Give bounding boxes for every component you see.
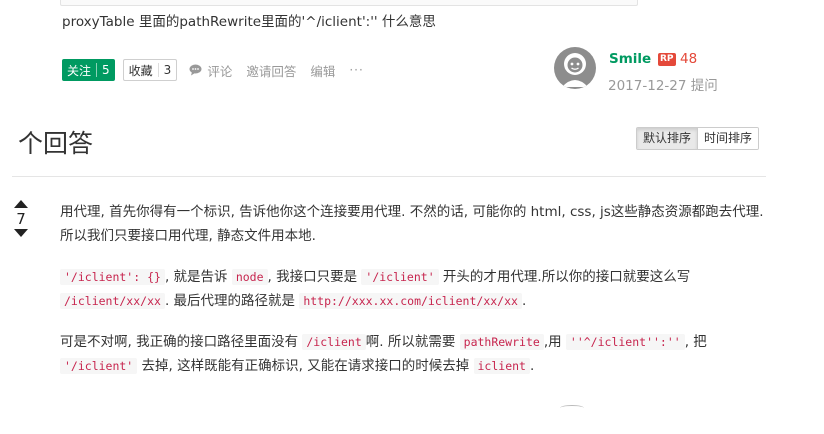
more-options-button[interactable]: ···: [349, 63, 363, 77]
vote-count: 7: [16, 210, 26, 228]
inline-code: iclient: [473, 358, 530, 374]
inline-code: '/iclient': {}: [60, 269, 165, 285]
section-divider: [12, 176, 766, 177]
reputation-badge: RP: [658, 53, 676, 66]
inline-code: node: [231, 269, 268, 285]
default-user-icon: [562, 53, 588, 87]
inline-code: '/iclient': [361, 269, 439, 285]
comment-label: 评论: [207, 63, 233, 79]
answer-text: ,用: [543, 334, 566, 350]
answer-paragraph: '/iclient': {}, 就是告诉 node, 我接口只要是 '/icli…: [60, 265, 772, 313]
collect-button[interactable]: 收藏 3: [122, 59, 178, 81]
next-avatar-edge: [560, 405, 584, 411]
follow-button[interactable]: 关注 5: [62, 59, 115, 81]
comment-button[interactable]: 评论: [189, 61, 232, 80]
follow-count: 5: [96, 63, 110, 77]
collect-count: 3: [157, 63, 171, 77]
follow-label: 关注: [67, 63, 92, 78]
inline-code: /iclient: [302, 334, 366, 350]
answer-paragraph: 用代理, 首先你得有一个标识, 告诉他你这个连接要用代理. 不然的话, 可能你的…: [60, 204, 764, 244]
question-box-edge: [60, 0, 638, 6]
sort-toggle: 默认排序 时间排序: [636, 127, 760, 150]
inline-code: /iclient/xx/xx: [60, 293, 165, 309]
inline-code: '/iclient': [60, 358, 138, 374]
answer-text: , 把: [684, 334, 707, 350]
answer-text: 开头的才用代理.所以你的接口就要这么写: [438, 269, 691, 285]
inline-code: pathRewrite: [459, 334, 544, 350]
answer-text: 啊. 所以就需要: [365, 334, 460, 350]
author-name[interactable]: Smile: [609, 51, 651, 67]
collect-label: 收藏: [128, 63, 153, 78]
invite-answer-link[interactable]: 邀请回答: [246, 61, 296, 80]
inline-code: ''^/iclient'':'': [565, 334, 685, 350]
answer-body: 用代理, 首先你得有一个标识, 告诉他你这个连接要用代理. 不然的话, 可能你的…: [60, 200, 772, 395]
answer-text: , 就是告诉: [164, 269, 232, 285]
comment-icon: [189, 64, 202, 76]
upvote-arrow-icon[interactable]: [14, 200, 28, 208]
reputation-value: 48: [680, 51, 698, 67]
answer-text: , 我接口只要是: [267, 269, 362, 285]
vote-box: 7: [11, 196, 31, 237]
answer-text: 可是不对啊, 我正确的接口路径里面没有: [60, 334, 303, 350]
downvote-arrow-icon[interactable]: [14, 229, 28, 237]
answers-heading: 个回答: [18, 129, 94, 158]
answer-text: 去掉, 这样既能有正确标识, 又能在请求接口的时候去掉: [137, 358, 474, 374]
question-text: proxyTable 里面的pathRewrite里面的'^/iclient':…: [62, 14, 436, 30]
edit-link[interactable]: 编辑: [310, 61, 335, 80]
author-avatar[interactable]: [554, 47, 596, 89]
answer-text: .: [529, 358, 535, 374]
answer-text: .: [521, 293, 527, 309]
answer-paragraph: 可是不对啊, 我正确的接口路径里面没有 /iclient 啊. 所以就需要 pat…: [60, 330, 772, 378]
inline-code: http://xxx.xx.com/iclient/xx/xx: [299, 293, 522, 309]
asked-date: 2017-12-27 提问: [608, 78, 718, 94]
question-actions: 关注 5 收藏 3 评论 邀请回答 编辑 ···: [62, 59, 364, 81]
sort-default-button[interactable]: 默认排序: [637, 128, 699, 149]
sort-time-button[interactable]: 时间排序: [698, 128, 759, 149]
answer-text: . 最后代理的路径就是: [164, 293, 300, 309]
